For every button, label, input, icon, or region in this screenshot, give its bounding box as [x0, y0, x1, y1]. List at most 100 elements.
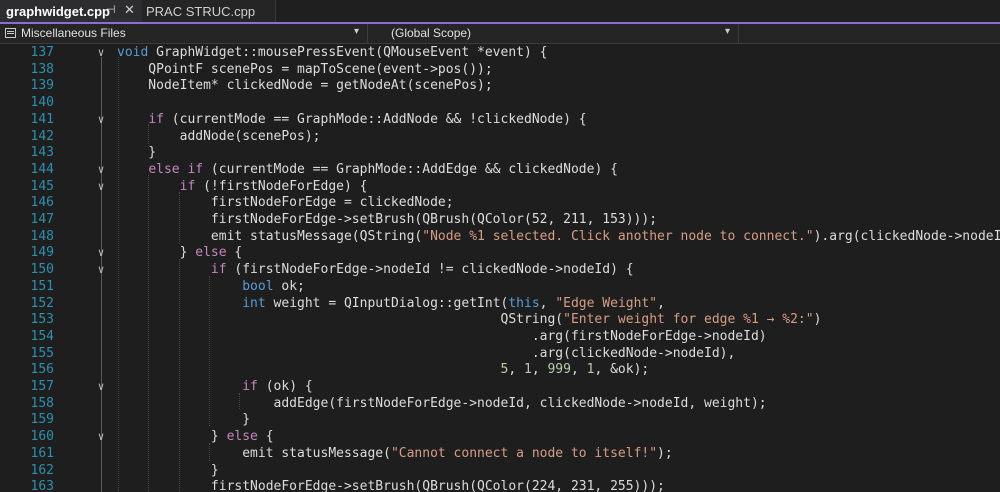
line-number: 151 — [30, 278, 54, 294]
line-number: 157 — [30, 379, 54, 394]
document-tab-strip: graphwidget.cpp ⊣ ✕ PRAC STRUC.cpp — [0, 0, 1000, 24]
chevron-down-icon[interactable]: ▾ — [354, 26, 359, 37]
line-number: 158 — [30, 395, 54, 411]
code-text[interactable]: .arg(clickedNode->nodeId), — [117, 346, 736, 363]
code-line[interactable]: 147 firstNodeForEdge->setBrush(QBrush(QC… — [0, 212, 1000, 229]
navigation-bar: Miscellaneous Files ▾ (Global Scope) ▾ — [0, 24, 1000, 44]
code-text[interactable]: if (!firstNodeForEdge) { — [117, 179, 368, 196]
code-line[interactable]: 141 ∨ if (currentMode == GraphMode::AddNo… — [0, 112, 1000, 129]
code-text[interactable]: if (firstNodeForEdge->nodeId != clickedN… — [117, 262, 634, 279]
line-number: 144 — [30, 161, 54, 177]
code-text[interactable]: if (ok) { — [117, 379, 312, 396]
code-text[interactable]: emit statusMessage(QString("Node %1 sele… — [117, 229, 1000, 246]
code-line[interactable]: 155 .arg(clickedNode->nodeId), — [0, 346, 1000, 363]
code-line[interactable]: 137 ∨ void GraphWidget::mousePressEvent(QM… — [0, 45, 1000, 62]
code-text[interactable]: .arg(firstNodeForEdge->nodeId) — [117, 329, 767, 346]
code-text[interactable]: if (currentMode == GraphMode::AddNode &&… — [117, 112, 586, 129]
tab-label: graphwidget.cpp — [6, 3, 110, 19]
code-line[interactable]: 162 } — [0, 463, 1000, 480]
fold-chevron-icon[interactable]: ∨ — [96, 379, 106, 396]
code-text[interactable]: } else { — [117, 245, 243, 262]
code-line[interactable]: 140 — [0, 95, 1000, 112]
code-text[interactable]: NodeItem* clickedNode = getNodeAt(sceneP… — [117, 78, 492, 95]
fold-chevron-icon[interactable]: ∨ — [96, 179, 106, 196]
fold-chevron-icon[interactable]: ∨ — [96, 45, 106, 62]
project-dropdown[interactable]: Miscellaneous Files ▾ — [0, 24, 368, 43]
scope-dropdown[interactable]: (Global Scope) ▾ — [369, 24, 739, 43]
pin-icon[interactable]: ⊣ — [106, 3, 116, 16]
code-line[interactable]: 157 ∨ if (ok) { — [0, 379, 1000, 396]
code-line[interactable]: 156 5, 1, 999, 1, &ok); — [0, 362, 1000, 379]
code-text[interactable]: firstNodeForEdge->setBrush(QBrush(QColor… — [117, 479, 665, 492]
line-number: 146 — [30, 195, 54, 211]
line-number: 154 — [30, 328, 54, 344]
line-number: 141 — [30, 111, 54, 127]
line-number: 142 — [30, 128, 54, 144]
code-text[interactable]: bool ok; — [117, 279, 305, 296]
code-text[interactable]: } else { — [117, 429, 274, 446]
fold-chevron-icon[interactable]: ∨ — [96, 429, 106, 446]
code-line[interactable]: 152 int weight = QInputDialog::getInt(th… — [0, 296, 1000, 313]
line-number: 150 — [30, 262, 54, 278]
line-number: 161 — [30, 445, 54, 461]
code-text[interactable]: emit statusMessage("Cannot connect a nod… — [117, 446, 672, 463]
scope-dropdown-label: (Global Scope) — [391, 26, 472, 40]
code-line[interactable]: 151 bool ok; — [0, 279, 1000, 296]
code-line[interactable]: 139 NodeItem* clickedNode = getNodeAt(sc… — [0, 78, 1000, 95]
code-line[interactable]: 146 firstNodeForEdge = clickedNode; — [0, 195, 1000, 212]
fold-chevron-icon[interactable]: ∨ — [96, 112, 106, 129]
code-editor[interactable]: 137 ∨ void GraphWidget::mousePressEvent(QM… — [0, 44, 1000, 492]
fold-chevron-icon[interactable]: ∨ — [96, 162, 106, 179]
code-text[interactable]: addEdge(firstNodeForEdge->nodeId, clicke… — [117, 396, 767, 413]
fold-chevron-icon[interactable]: ∨ — [96, 262, 106, 279]
tab-label: PRAC STRUC.cpp — [146, 3, 256, 19]
code-text[interactable]: else if (currentMode == GraphMode::AddEd… — [117, 162, 618, 179]
line-number: 149 — [30, 245, 54, 261]
chevron-down-icon[interactable]: ▾ — [725, 26, 730, 37]
code-line[interactable]: 143 } — [0, 145, 1000, 162]
line-number: 137 — [30, 45, 54, 60]
code-text[interactable]: 5, 1, 999, 1, &ok); — [117, 362, 650, 379]
code-text[interactable]: } — [117, 412, 250, 429]
line-number: 156 — [30, 362, 54, 378]
code-text[interactable]: } — [117, 145, 156, 162]
code-text[interactable]: addNode(scenePos); — [117, 129, 321, 146]
code-line[interactable]: 158 addEdge(firstNodeForEdge->nodeId, cl… — [0, 396, 1000, 413]
project-dropdown-label: Miscellaneous Files — [21, 26, 126, 40]
close-icon[interactable]: ✕ — [124, 2, 135, 18]
line-number: 147 — [30, 212, 54, 227]
code-line[interactable]: 161 emit statusMessage("Cannot connect a… — [0, 446, 1000, 463]
line-number: 148 — [30, 228, 54, 244]
code-text[interactable]: int weight = QInputDialog::getInt(this, … — [117, 296, 665, 313]
code-line[interactable]: 142 addNode(scenePos); — [0, 129, 1000, 146]
code-line[interactable]: 145 ∨ if (!firstNodeForEdge) { — [0, 179, 1000, 196]
code-line[interactable]: 148 emit statusMessage(QString("Node %1 … — [0, 229, 1000, 246]
line-number: 163 — [30, 479, 54, 492]
code-text[interactable]: void GraphWidget::mousePressEvent(QMouse… — [117, 45, 547, 62]
code-line[interactable]: 159 } — [0, 412, 1000, 429]
line-number: 155 — [30, 345, 54, 361]
line-number: 145 — [30, 178, 54, 194]
code-line[interactable]: 163 firstNodeForEdge->setBrush(QBrush(QC… — [0, 479, 1000, 492]
code-line[interactable]: 138 QPointF scenePos = mapToScene(event-… — [0, 62, 1000, 79]
code-text[interactable]: } — [117, 463, 219, 480]
line-number: 143 — [30, 145, 54, 161]
line-number: 162 — [30, 462, 54, 478]
code-text[interactable]: firstNodeForEdge->setBrush(QBrush(QColor… — [117, 212, 657, 229]
code-line[interactable]: 153 QString("Enter weight for edge %1 → … — [0, 312, 1000, 329]
file-icon — [5, 28, 16, 38]
line-number: 153 — [30, 312, 54, 328]
code-line[interactable]: 149 ∨ } else { — [0, 245, 1000, 262]
code-line[interactable]: 160 ∨ } else { — [0, 429, 1000, 446]
code-line[interactable]: 144 ∨ else if (currentMode == GraphMode::… — [0, 162, 1000, 179]
code-line[interactable]: 154 .arg(firstNodeForEdge->nodeId) — [0, 329, 1000, 346]
code-text[interactable]: firstNodeForEdge = clickedNode; — [117, 195, 454, 212]
code-text[interactable]: QPointF scenePos = mapToScene(event->pos… — [117, 62, 492, 79]
fold-chevron-icon[interactable]: ∨ — [96, 245, 106, 262]
tab-graphwidget-cpp[interactable]: graphwidget.cpp ⊣ ✕ — [0, 0, 142, 22]
line-number: 140 — [30, 95, 54, 111]
code-line[interactable]: 150 ∨ if (firstNodeForEdge->nodeId != cli… — [0, 262, 1000, 279]
line-number: 139 — [30, 78, 54, 94]
tab-prac-struc-cpp[interactable]: PRAC STRUC.cpp — [142, 0, 276, 22]
code-text[interactable]: QString("Enter weight for edge %1 → %2:"… — [117, 312, 822, 329]
